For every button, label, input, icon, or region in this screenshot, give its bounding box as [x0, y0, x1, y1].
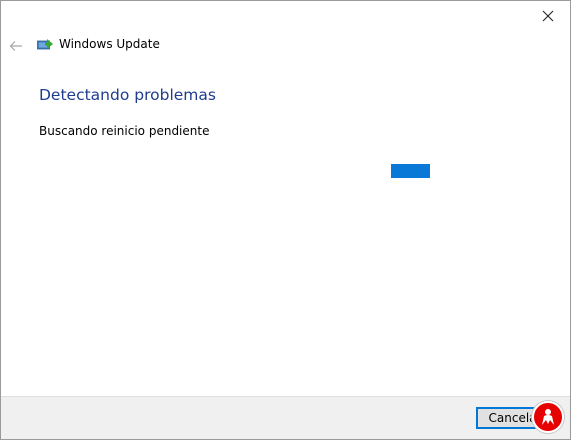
person-icon — [542, 409, 554, 425]
window-title-area: Windows Update — [37, 37, 160, 51]
windows-update-icon — [37, 38, 53, 49]
site-logo — [532, 401, 564, 433]
back-button[interactable] — [6, 36, 26, 56]
close-icon — [542, 10, 554, 22]
footer-bar: Cancelar — [1, 396, 570, 439]
status-text: Buscando reinicio pendiente — [39, 124, 210, 138]
close-button[interactable] — [530, 3, 566, 29]
page-title: Detectando problemas — [39, 86, 216, 104]
window-title: Windows Update — [59, 37, 160, 51]
progress-indicator — [191, 164, 491, 178]
back-arrow-icon — [9, 41, 22, 51]
troubleshooter-window: Windows Update Detectando problemas Busc… — [0, 0, 571, 440]
progress-marquee-block — [391, 164, 430, 178]
